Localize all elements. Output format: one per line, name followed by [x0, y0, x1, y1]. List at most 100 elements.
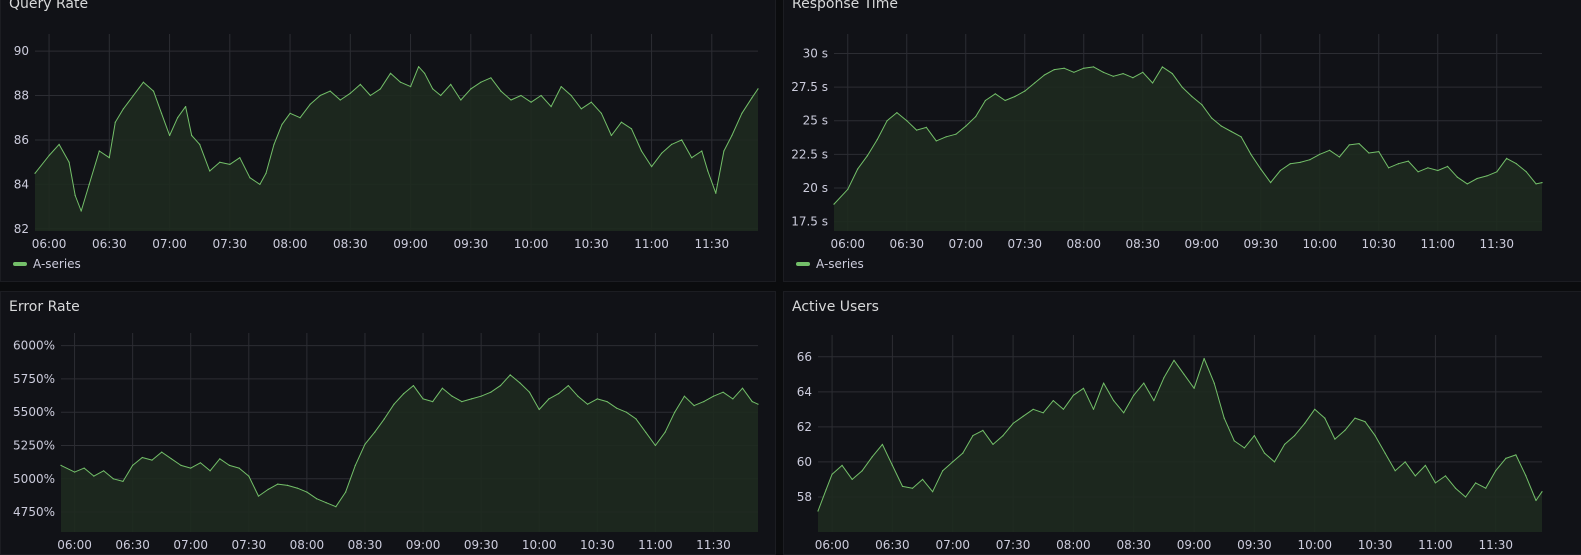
data-point [1063, 67, 1065, 69]
panel-response-time[interactable]: Response Time 17.5 s 20 s 22.5 s 25 s 27.5 s… [783, 0, 1581, 282]
data-point [681, 139, 683, 141]
data-point [722, 391, 724, 393]
data-point [942, 470, 944, 472]
data-point [1541, 182, 1543, 184]
data-point [1444, 475, 1447, 477]
data-point [1354, 417, 1356, 419]
data-point [441, 387, 443, 389]
panel-active-users[interactable]: Active Users 58 60 62 64 66 06:00 06:30 07:00 07… [783, 291, 1581, 555]
data-point [520, 94, 522, 97]
data-point [1414, 475, 1416, 477]
data-point [1123, 412, 1125, 414]
data-point [98, 150, 100, 152]
data-point [299, 117, 301, 119]
data-point [741, 112, 743, 114]
data-point [661, 152, 663, 154]
x-tick-label: 10:00 [514, 237, 549, 251]
data-point [600, 112, 603, 114]
data-point [866, 155, 868, 157]
data-point [470, 88, 472, 90]
data-point [1211, 117, 1213, 119]
data-point [881, 443, 883, 445]
data-point [982, 429, 984, 431]
data-point [1250, 153, 1252, 155]
panel-error-rate[interactable]: Error Rate 4750% 5000% 5250% 5500% 5750% 6000… [0, 291, 776, 555]
data-point [369, 94, 371, 97]
legend-label[interactable]: A-series [816, 257, 864, 271]
data-point [1304, 422, 1306, 424]
legend-label[interactable]: A-series [33, 257, 81, 271]
x-tick-label: 07:00 [948, 237, 983, 251]
data-point [286, 484, 289, 486]
data-point [296, 487, 298, 489]
data-point [329, 90, 331, 92]
data-point [325, 502, 327, 504]
data-point [1260, 168, 1262, 170]
data-point [1103, 382, 1105, 384]
data-point [1093, 66, 1095, 68]
y-tick-label: 4750% [13, 505, 55, 519]
data-point [1388, 167, 1390, 169]
data-point [1273, 461, 1276, 463]
y-tick-label: 17.5 s [791, 215, 828, 229]
data-point [209, 470, 211, 472]
data-point [432, 88, 434, 90]
panel-query-rate[interactable]: Query Rate 82 84 86 88 90 06:00 06:30 07:00 07:3… [0, 0, 776, 282]
data-point [911, 487, 914, 489]
x-tick-label: 08:30 [348, 538, 383, 552]
data-point [691, 157, 693, 159]
data-point [60, 464, 62, 466]
y-tick-label: 88 [14, 89, 29, 103]
data-point [219, 458, 221, 460]
data-point [1102, 71, 1104, 73]
data-point [891, 464, 893, 466]
data-point [732, 398, 734, 400]
data-point [1073, 71, 1075, 73]
error-rate-chart: 4750% 5000% 5250% 5500% 5750% 6000% 06:00 06:30… [13, 333, 759, 552]
data-point [1294, 435, 1296, 437]
data-point [1404, 461, 1406, 463]
data-point [58, 143, 60, 145]
data-point [219, 161, 221, 163]
data-point [1171, 73, 1173, 75]
x-tick-label: 09:00 [393, 237, 428, 251]
x-tick-label: 07:00 [152, 237, 187, 251]
data-point [74, 194, 76, 197]
data-point [519, 382, 521, 384]
data-point [1223, 417, 1225, 419]
data-point [1012, 422, 1014, 424]
data-point [654, 444, 657, 447]
response-time-chart: 17.5 s 20 s 22.5 s 25 s 27.5 s 30 s 06:00 06:30… [791, 34, 1543, 251]
data-point [142, 81, 144, 83]
data-point [1143, 382, 1145, 384]
data-point [424, 72, 426, 74]
data-point [88, 183, 90, 185]
x-tick-label: 08:00 [273, 237, 308, 251]
legend: A-series [13, 256, 81, 272]
active-users-chart: 58 60 62 64 66 06:00 06:30 07:00 07:30 08:00 08:30… [797, 335, 1543, 552]
data-point [1132, 77, 1134, 79]
data-point [68, 161, 70, 163]
data-point [160, 112, 163, 114]
data-point [1329, 149, 1331, 151]
data-point [935, 140, 937, 142]
data-point [945, 136, 947, 138]
data-point [1024, 90, 1026, 92]
data-point [209, 170, 211, 172]
data-point [922, 478, 924, 480]
data-point [640, 150, 643, 152]
x-tick-label: 08:00 [1056, 538, 1091, 552]
x-tick-label: 11:30 [696, 538, 731, 552]
data-point [1133, 394, 1135, 396]
data-point [1437, 169, 1439, 172]
data-point [122, 480, 124, 482]
data-point [1515, 454, 1517, 456]
x-tick-label: 10:30 [1358, 538, 1393, 552]
data-point [1270, 182, 1272, 184]
data-point [528, 391, 531, 393]
data-point [664, 431, 666, 433]
data-point [1279, 169, 1281, 172]
data-point [1299, 161, 1301, 163]
x-tick-label: 07:30 [213, 237, 248, 251]
data-point [1203, 357, 1205, 360]
